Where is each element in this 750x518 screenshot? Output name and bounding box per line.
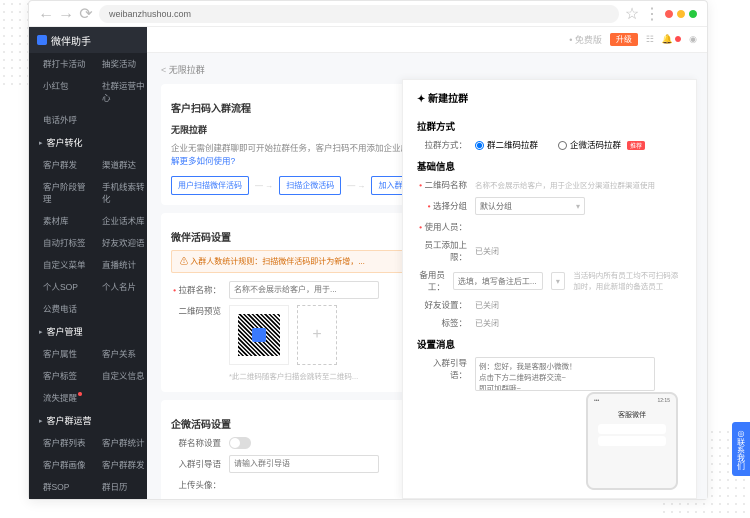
forward-icon[interactable]: →	[59, 7, 73, 21]
add-qr-button[interactable]: +	[297, 305, 337, 365]
remark-input[interactable]	[453, 272, 543, 290]
auto-off: 已关闭	[475, 246, 499, 257]
sidebar-item[interactable]: 客户标签	[29, 368, 88, 384]
back-icon[interactable]: ←	[39, 7, 53, 21]
sidebar-item[interactable]: 直播统计	[88, 257, 147, 273]
sidebar-item[interactable]	[88, 112, 147, 128]
sidebar-item[interactable]: 个人SOP	[29, 279, 88, 295]
m-friend-label: 好友设置：	[417, 299, 467, 311]
tag-off: 已关闭	[475, 318, 499, 329]
m-name-hint: 名称不会展示给客户，用于企业区分渠道拉群渠道使用	[475, 180, 655, 191]
guide-label: 入群引导语	[171, 458, 221, 470]
topbar: • 免费版 升级 ☷ 🔔 ◉	[147, 27, 707, 53]
url-bar[interactable]: weibanzhushou.com	[99, 5, 619, 23]
sidebar-section[interactable]: 客户转化	[29, 131, 147, 154]
create-modal: ✦ 新建拉群 拉群方式 拉群方式： 群二维码拉群 企微活码拉群推荐 基础信息 二…	[402, 79, 697, 499]
sidebar-item[interactable]: 企业话术库	[88, 213, 147, 229]
sidebar-item[interactable]: 流失提醒	[29, 390, 88, 406]
sidebar-item[interactable]: 客户群列表	[29, 435, 88, 451]
guide-input[interactable]	[229, 455, 379, 473]
sidebar-item[interactable]: 自定义菜单	[29, 257, 88, 273]
star-icon[interactable]: ☆	[625, 7, 639, 21]
avatar[interactable]: ◉	[689, 34, 697, 45]
m-tag-label: 标签：	[417, 317, 467, 329]
groupname-label: 群名称设置	[171, 437, 221, 449]
notif-icon[interactable]: ☷	[646, 34, 654, 45]
sidebar-item[interactable]: 素材库	[29, 213, 88, 229]
sidebar-item[interactable]	[88, 390, 147, 406]
plan-label: • 免费版	[569, 33, 602, 46]
modal-sec1: 拉群方式	[417, 119, 682, 133]
sidebar-item[interactable]: 客户群画像	[29, 457, 88, 473]
sidebar-item[interactable]: 手机线索转化	[88, 179, 147, 207]
sidebar-item[interactable]: 好友欢迎语	[88, 235, 147, 251]
m-staff-label: 使用人员：	[417, 221, 467, 233]
m-guide-label: 入群引导语：	[417, 357, 467, 381]
radio-wecom[interactable]: 企微活码拉群推荐	[558, 139, 645, 151]
m-group-label: 选择分组	[417, 200, 467, 212]
bell-icon[interactable]: 🔔	[662, 34, 681, 45]
sidebar-item[interactable]: 公费电话	[29, 301, 88, 317]
qr-label: 二维码预览	[171, 305, 221, 317]
m-auto-label: 员工添加上限：	[417, 239, 467, 263]
sidebar: 微伴助手 群打卡活动抽奖活动小红包社群运营中心电话外呼 客户转化客户群发渠道群达…	[29, 27, 147, 499]
modal-title: ✦ 新建拉群	[417, 90, 682, 111]
reload-icon[interactable]: ⟳	[79, 7, 93, 21]
sidebar-item[interactable]: 自动打标签	[29, 235, 88, 251]
sidebar-item[interactable]: 客户群发	[29, 157, 88, 173]
sidebar-item[interactable]: 渠道群达	[88, 157, 147, 173]
guide-textarea[interactable]	[475, 357, 655, 391]
modal-sec2: 基础信息	[417, 159, 682, 173]
flow-step: 扫描企微活码	[279, 176, 341, 195]
sidebar-item[interactable]: 客户属性	[29, 346, 88, 362]
upgrade-button[interactable]: 升级	[610, 33, 638, 46]
group-select[interactable]: 默认分组	[475, 197, 585, 215]
name-label: 拉群名称：	[171, 284, 221, 296]
breadcrumb: 无限拉群	[161, 63, 693, 76]
modal-sec3: 设置消息	[417, 337, 682, 351]
brand: 微伴助手	[29, 27, 147, 53]
sidebar-item[interactable]: 小红包	[29, 78, 88, 106]
sidebar-item[interactable]: 社群运营中心	[88, 78, 147, 106]
name-input[interactable]	[229, 281, 379, 299]
sidebar-item[interactable]: 群打卡活动	[29, 56, 88, 72]
sidebar-item[interactable]: 个人名片	[88, 279, 147, 295]
phone-preview: •••12:15 客服微伴	[586, 392, 678, 490]
sidebar-item[interactable]: 电话外呼	[29, 112, 88, 128]
way-label: 拉群方式：	[417, 139, 467, 151]
sidebar-item[interactable]: 客户群群发	[88, 457, 147, 473]
sidebar-section[interactable]: 客户群运营	[29, 409, 147, 432]
sidebar-item[interactable]: 自定义信息	[88, 368, 147, 384]
sidebar-section[interactable]: 客户管理	[29, 320, 147, 343]
menu-icon[interactable]: ⋮	[645, 7, 659, 21]
remark-hint: 当活码内所有员工均不可扫码添加时，用此新增的备选员工	[573, 270, 682, 292]
sidebar-item[interactable]: 客户群统计	[88, 435, 147, 451]
sidebar-item[interactable]: 群日历	[88, 479, 147, 495]
sidebar-item[interactable]: 客户关系	[88, 346, 147, 362]
m-name-label: 二维码名称	[417, 179, 467, 191]
m-remark-label: 备用员工：	[417, 269, 445, 293]
qr-preview	[229, 305, 289, 365]
feedback-tab[interactable]: ◎ 联系我们	[732, 422, 750, 476]
sidebar-item[interactable]: 抽奖活动	[88, 56, 147, 72]
sidebar-item[interactable]: 群SOP	[29, 479, 88, 495]
sidebar-item[interactable]	[88, 301, 147, 317]
flow-step: 用户扫描微伴活码	[171, 176, 249, 195]
groupname-toggle[interactable]	[229, 437, 251, 449]
avatar-label: 上传头像：	[171, 479, 221, 491]
radio-qr[interactable]: 群二维码拉群	[475, 139, 538, 151]
friend-off: 已关闭	[475, 300, 499, 311]
sidebar-item[interactable]: 客户阶段管理	[29, 179, 88, 207]
